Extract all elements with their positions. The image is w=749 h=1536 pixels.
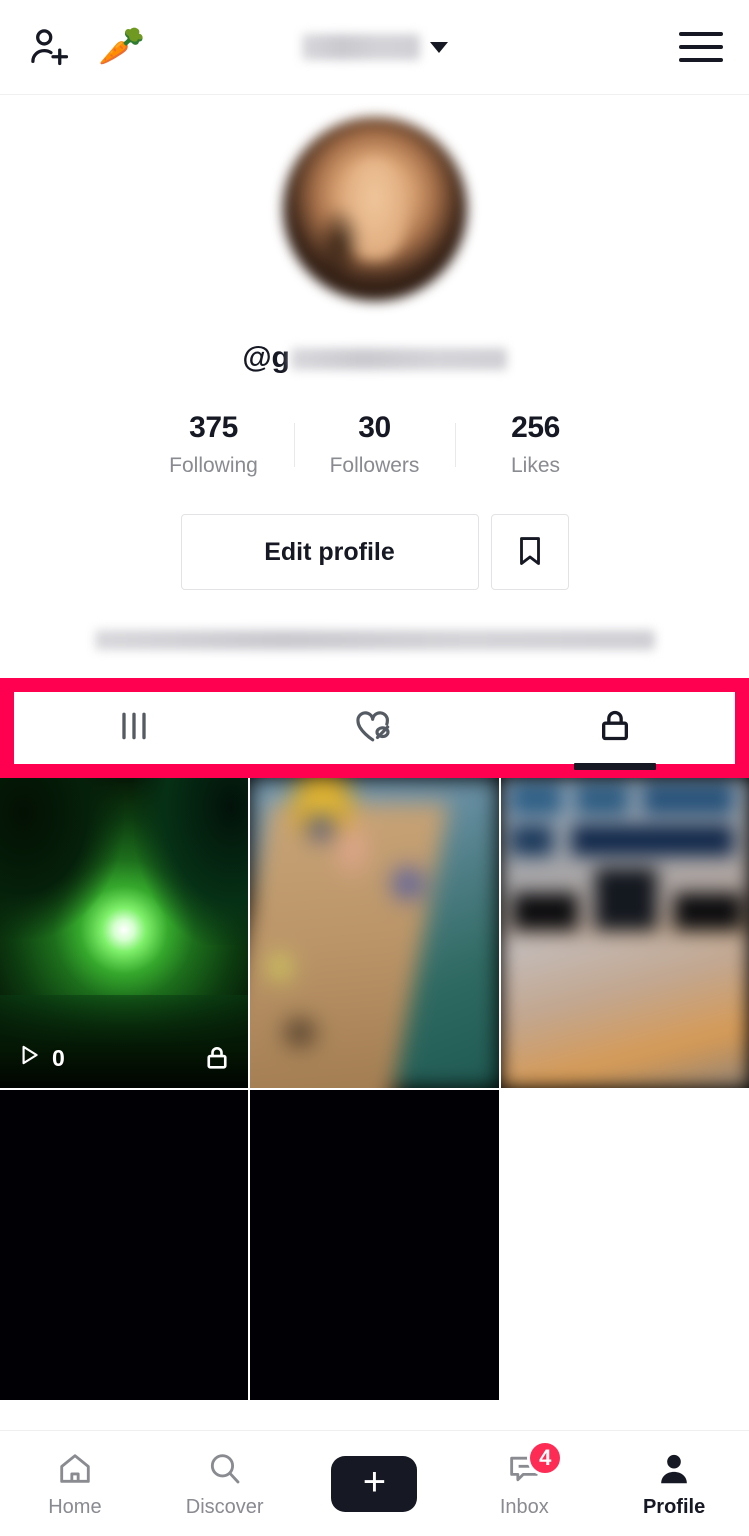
header-right-group <box>679 32 723 62</box>
thumb-block-1 <box>513 892 578 930</box>
tab-private[interactable] <box>495 692 735 770</box>
profile-stats: 375 Following 30 Followers 256 Likes <box>0 411 749 478</box>
stat-followers[interactable]: 30 Followers <box>295 411 455 478</box>
chevron-down-icon[interactable] <box>429 41 448 53</box>
stat-following-value: 375 <box>189 411 238 444</box>
thumb-foliage-right <box>134 778 249 946</box>
nav-label-inbox: Inbox <box>499 1495 549 1518</box>
grid-item-4[interactable] <box>0 1090 249 1400</box>
grid-item-3[interactable] <box>500 778 749 1088</box>
bio-redacted <box>94 630 655 650</box>
video-thumbnail <box>500 778 749 1088</box>
play-icon <box>16 1042 42 1074</box>
top-header: 🥕 <box>0 0 749 95</box>
grid-item-5[interactable] <box>250 1090 499 1400</box>
avatar-shadow <box>315 205 364 279</box>
create-button[interactable]: + <box>324 1455 425 1512</box>
bookmark-icon <box>513 534 547 571</box>
nav-item-create[interactable]: + <box>300 1455 450 1512</box>
thumb-foliage-left <box>0 778 125 940</box>
nav-item-inbox[interactable]: 4 Inbox <box>449 1439 599 1519</box>
sparkle-carrot-icon[interactable]: 🥕 <box>98 28 145 66</box>
home-icon <box>56 1449 94 1489</box>
add-person-icon[interactable] <box>26 24 72 70</box>
heart-slash-icon <box>352 706 396 751</box>
search-icon <box>206 1449 244 1489</box>
lock-icon <box>595 706 635 751</box>
play-count-value: 0 <box>52 1044 65 1071</box>
tabs-highlight-box <box>0 678 749 778</box>
grid-icon <box>114 706 154 751</box>
hamburger-menu-icon[interactable] <box>679 32 723 62</box>
thumb-lower-gradient <box>500 939 749 1088</box>
nav-label-profile: Profile <box>642 1495 706 1518</box>
message-icon: 4 <box>505 1439 564 1489</box>
nav-item-profile[interactable]: Profile <box>599 1449 749 1519</box>
grid-item-2[interactable] <box>250 778 499 1088</box>
header-left-group: 🥕 <box>26 24 145 70</box>
handle-visible-text: @g <box>242 341 290 374</box>
grid-item-empty <box>500 1090 749 1400</box>
inbox-badge: 4 <box>527 1439 564 1476</box>
profile-section: @g 375 Following 30 Followers 256 Likes … <box>0 95 749 650</box>
play-count-group: 0 <box>16 1042 65 1074</box>
stat-followers-value: 30 <box>358 411 391 444</box>
handle-redacted <box>290 348 507 370</box>
person-icon <box>655 1449 693 1489</box>
thumb-ui-row-1 <box>510 784 735 816</box>
account-name-redacted <box>301 34 420 60</box>
active-tab-indicator <box>573 763 656 770</box>
thumb-ui-row-2 <box>510 824 735 856</box>
thumb-skin-accent <box>332 815 372 884</box>
stat-following[interactable]: 375 Following <box>134 411 294 478</box>
nav-item-discover[interactable]: Discover <box>150 1449 300 1519</box>
thumb-dark-accent <box>280 1013 320 1051</box>
private-lock-icon <box>202 1043 232 1073</box>
tab-posts[interactable] <box>14 692 254 764</box>
plus-icon: + <box>324 1455 425 1512</box>
profile-actions: Edit profile <box>0 514 749 590</box>
avatar[interactable] <box>282 117 467 301</box>
nav-label-discover: Discover <box>185 1495 264 1518</box>
video-grid: 0 <box>0 778 749 1400</box>
plus-glyph: + <box>362 1459 387 1504</box>
thumb-blue-accent-2 <box>386 861 430 906</box>
stat-likes[interactable]: 256 Likes <box>456 411 616 478</box>
tab-liked-hidden[interactable] <box>254 692 494 764</box>
nav-label-home: Home <box>48 1495 102 1518</box>
thumb-block-2 <box>595 867 658 930</box>
edit-profile-button[interactable]: Edit profile <box>180 514 479 590</box>
profile-handle: @g <box>0 341 749 375</box>
stat-followers-label: Followers <box>329 454 420 477</box>
account-switcher[interactable] <box>301 34 448 60</box>
thumb-yellow-accent <box>265 948 296 986</box>
stat-likes-value: 256 <box>511 411 560 444</box>
nav-item-home[interactable]: Home <box>0 1449 150 1519</box>
stat-following-label: Following <box>169 454 258 477</box>
bottom-navigation: Home Discover + 4 Inbox Profile <box>0 1430 749 1536</box>
grid-item-1[interactable]: 0 <box>0 778 249 1088</box>
stat-likes-label: Likes <box>510 454 561 477</box>
grid-item-overlay: 0 <box>0 1042 248 1088</box>
profile-tabs <box>14 692 735 770</box>
avatar-wrapper <box>0 117 749 301</box>
profile-bio <box>0 630 749 650</box>
bookmark-button[interactable] <box>490 514 569 590</box>
video-thumbnail <box>250 778 499 1088</box>
thumb-block-3 <box>674 892 742 930</box>
